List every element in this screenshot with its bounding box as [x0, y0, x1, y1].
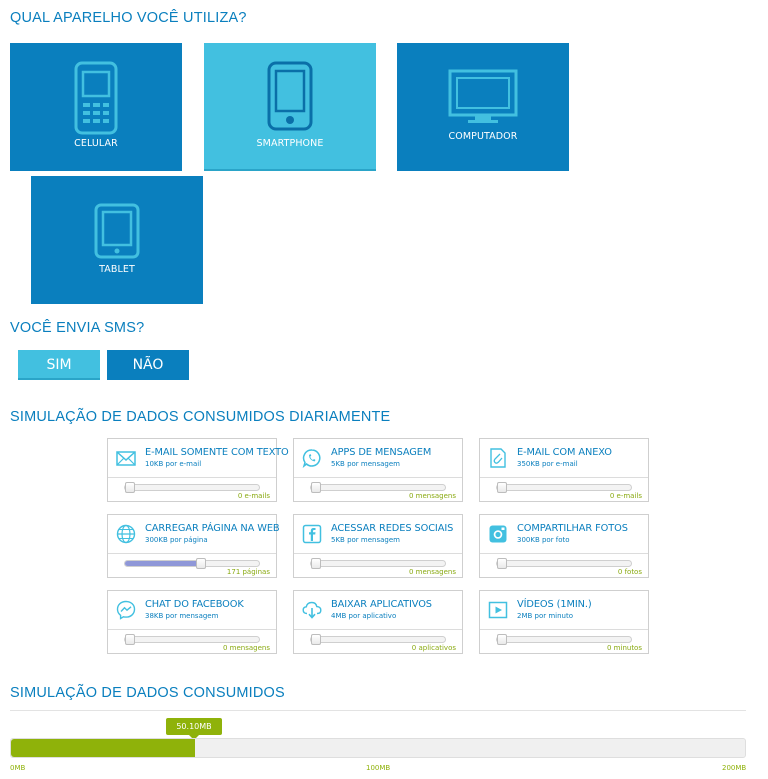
card-subtitle: 4MB por aplicativo [331, 612, 397, 620]
sms-section-title: VOCÊ ENVIA SMS? [10, 320, 145, 336]
sms-yes-button[interactable]: SIM [18, 350, 100, 380]
section-divider [10, 710, 746, 711]
usage-card-redes-sociais: ACESSAR REDES SOCIAIS 5KB por mensagem 0… [293, 514, 463, 578]
scale-label-max: 200MB [722, 764, 747, 772]
device-label: SMARTPHONE [256, 138, 324, 149]
card-value: 0 aplicativos [411, 644, 456, 652]
card-title: APPS DE MENSAGEM [331, 447, 432, 458]
card-subtitle: 38KB por mensagem [145, 612, 219, 620]
camera-icon [489, 525, 507, 543]
device-option-smartphone[interactable]: SMARTPHONE [204, 43, 376, 171]
slider-thumb[interactable] [311, 634, 321, 645]
slider-thumb[interactable] [125, 634, 135, 645]
envelope-icon [116, 451, 136, 466]
card-subtitle: 10KB por e-mail [145, 460, 202, 468]
usage-card-email-anexo: E-MAIL COM ANEXO 350KB por e-mail 0 e-ma… [479, 438, 649, 502]
usage-slider[interactable] [124, 634, 260, 645]
card-subtitle: 5KB por mensagem [331, 460, 400, 468]
total-value-bubble: 50.10MB [166, 718, 222, 740]
device-label: COMPUTADOR [448, 131, 518, 142]
usage-card-compartilhar-fotos: COMPARTILHAR FOTOS 300KB por foto 0 foto… [479, 514, 649, 578]
card-subtitle: 300KB por foto [517, 536, 570, 544]
globe-icon [116, 524, 136, 544]
smartphone-icon [267, 61, 313, 131]
whatsapp-icon [302, 449, 321, 468]
slider-thumb[interactable] [497, 558, 507, 569]
usage-slider[interactable] [310, 482, 446, 493]
cloud-download-icon [302, 601, 322, 619]
messenger-icon [116, 600, 136, 620]
total-section-title: SIMULAÇÃO DE DADOS CONSUMIDOS [10, 685, 285, 701]
card-value: 0 e-mails [609, 492, 642, 500]
card-value: 0 fotos [617, 568, 642, 576]
usage-card-chat-facebook: CHAT DO FACEBOOK 38KB por mensagem 0 men… [107, 590, 277, 654]
device-label: CELULAR [74, 138, 118, 149]
monitor-icon [448, 69, 518, 123]
card-title: COMPARTILHAR FOTOS [517, 523, 628, 534]
card-title: CHAT DO FACEBOOK [145, 599, 244, 610]
usage-card-baixar-aplicativos: BAIXAR APLICATIVOS 4MB por aplicativo 0 … [293, 590, 463, 654]
usage-slider[interactable] [496, 482, 632, 493]
card-title: VÍDEOS (1MIN.) [517, 599, 592, 610]
usage-card-pagina-web: CARREGAR PÁGINA NA WEB 300KB por página … [107, 514, 280, 578]
sms-no-button[interactable]: NÃO [107, 350, 189, 380]
card-value: 0 mensagens [408, 568, 456, 576]
device-option-computador[interactable]: COMPUTADOR [397, 43, 569, 171]
slider-thumb[interactable] [196, 558, 206, 569]
usage-card-videos: VÍDEOS (1MIN.) 2MB por minuto 0 minutos [479, 590, 649, 654]
slider-thumb[interactable] [497, 634, 507, 645]
card-subtitle: 2MB por minuto [517, 612, 574, 620]
card-value: 0 mensagens [222, 644, 270, 652]
usage-slider[interactable] [496, 634, 632, 645]
card-subtitle: 300KB por página [145, 536, 208, 544]
scale-label-mid: 100MB [366, 764, 391, 772]
card-title: E-MAIL COM ANEXO [517, 447, 612, 458]
card-value: 0 minutos [607, 644, 642, 652]
usage-slider[interactable] [496, 558, 632, 569]
slider-thumb[interactable] [311, 558, 321, 569]
card-value: 0 mensagens [408, 492, 456, 500]
usage-slider[interactable] [124, 558, 260, 569]
scale-label-min: 0MB [10, 764, 26, 772]
usage-card-email-texto: E-MAIL SOMENTE COM TEXTO 10KB por e-mail… [107, 438, 289, 502]
device-option-celular[interactable]: CELULAR [10, 43, 182, 171]
card-title: CARREGAR PÁGINA NA WEB [145, 523, 280, 534]
usage-slider[interactable] [310, 634, 446, 645]
total-usage-bar [10, 738, 746, 758]
slider-thumb[interactable] [497, 482, 507, 493]
card-title: E-MAIL SOMENTE COM TEXTO [145, 447, 289, 458]
card-subtitle: 350KB por e-mail [517, 460, 578, 468]
card-title: ACESSAR REDES SOCIAIS [331, 523, 454, 534]
slider-thumb[interactable] [125, 482, 135, 493]
video-play-icon [488, 601, 508, 619]
device-section-title: QUAL APARELHO VOCÊ UTILIZA? [10, 10, 247, 26]
usage-card-apps-mensagem: APPS DE MENSAGEM 5KB por mensagem 0 mens… [293, 438, 463, 502]
total-usage-fill [11, 739, 195, 757]
facebook-icon [302, 524, 322, 544]
device-label: TABLET [99, 264, 135, 275]
tablet-icon [94, 203, 140, 259]
usage-slider[interactable] [124, 482, 260, 493]
card-value: 171 páginas [226, 568, 270, 576]
device-option-tablet[interactable]: TABLET [31, 176, 203, 304]
slider-fill [125, 561, 201, 566]
daily-section-title: SIMULAÇÃO DE DADOS CONSUMIDOS DIARIAMENT… [10, 409, 391, 425]
card-title: BAIXAR APLICATIVOS [331, 599, 432, 610]
usage-slider[interactable] [310, 558, 446, 569]
slider-thumb[interactable] [311, 482, 321, 493]
card-value: 0 e-mails [237, 492, 270, 500]
feature-phone-icon [74, 61, 118, 135]
card-subtitle: 5KB por mensagem [331, 536, 400, 544]
attachment-icon [490, 448, 506, 468]
